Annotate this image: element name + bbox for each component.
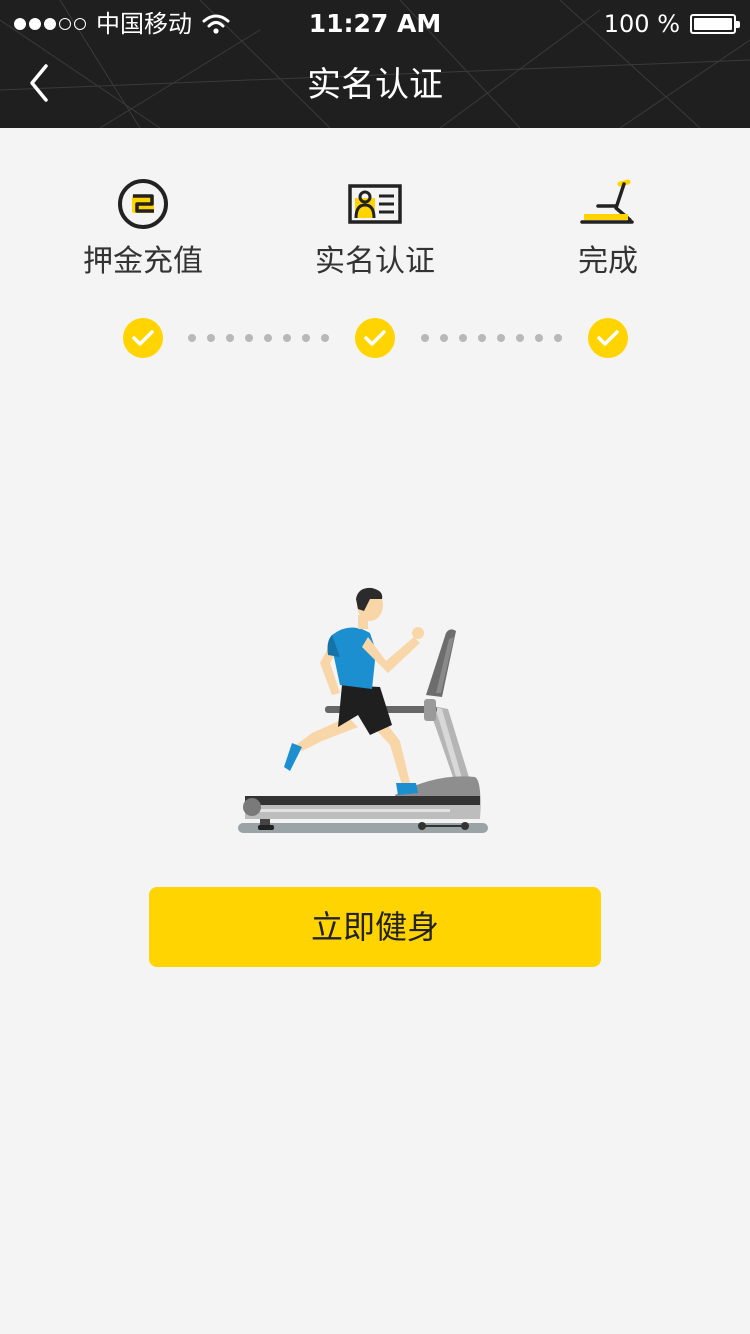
step-deposit: 押金充值 — [63, 176, 223, 280]
header: 中国移动 11:27 AM 100 % 实名认证 — [0, 0, 750, 128]
progress-dot — [554, 334, 562, 342]
step-2-check — [355, 318, 395, 358]
progress-dot — [478, 334, 486, 342]
check-icon — [364, 330, 386, 346]
progress-dot — [207, 334, 215, 342]
id-card-icon — [348, 184, 402, 224]
progress-dot — [440, 334, 448, 342]
progress-dot — [302, 334, 310, 342]
progress-dot — [321, 334, 329, 342]
step-progress — [0, 318, 750, 358]
progress-dot — [188, 334, 196, 342]
progress-dot — [535, 334, 543, 342]
step-label: 押金充值 — [83, 244, 203, 279]
steps-indicator: 押金充值 实名认证 完成 — [0, 176, 750, 286]
status-bar: 中国移动 11:27 AM 100 % — [0, 0, 750, 48]
check-icon — [132, 330, 154, 346]
treadmill-icon — [580, 179, 634, 224]
step-1-check — [123, 318, 163, 358]
progress-dot — [497, 334, 505, 342]
step-label: 完成 — [578, 244, 638, 279]
step-3-check — [588, 318, 628, 358]
progress-dot — [245, 334, 253, 342]
check-icon — [597, 330, 619, 346]
progress-dot — [283, 334, 291, 342]
battery-status: 100 % — [603, 10, 740, 38]
step-verify: 实名认证 — [295, 176, 455, 280]
progress-dot — [421, 334, 429, 342]
battery-percent: 100 % — [603, 10, 680, 38]
runner-treadmill-illustration — [238, 587, 488, 833]
start-workout-button[interactable]: 立即健身 — [149, 887, 601, 967]
progress-dot — [516, 334, 524, 342]
step-complete: 完成 — [528, 176, 688, 280]
page-title: 实名认证 — [307, 65, 443, 105]
progress-dot — [459, 334, 467, 342]
battery-icon — [690, 14, 740, 34]
progress-dot — [226, 334, 234, 342]
progress-dot — [264, 334, 272, 342]
deposit-icon — [118, 179, 168, 229]
step-label: 实名认证 — [315, 244, 435, 279]
